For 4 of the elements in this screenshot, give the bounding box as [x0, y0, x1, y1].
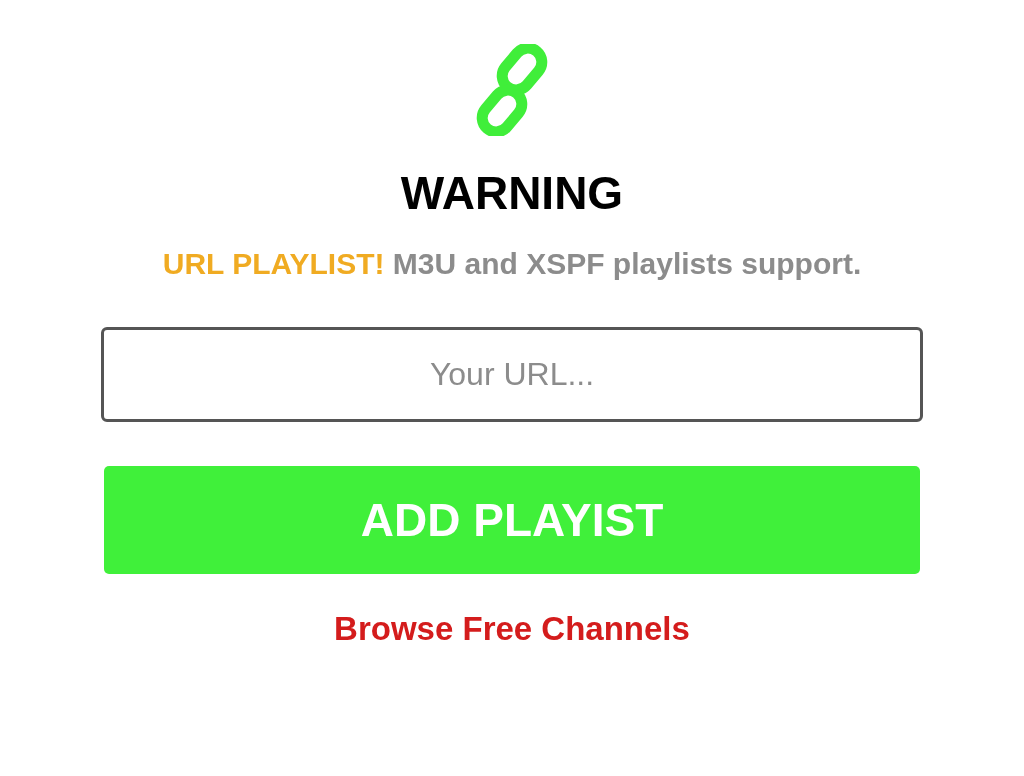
url-input-field[interactable]: Your URL...	[101, 327, 923, 423]
browse-channels-link[interactable]: Browse Free Channels	[334, 610, 690, 649]
playlist-message: URL PLAYLIST! M3U and XSPF playlists support.	[161, 246, 863, 282]
warning-title: WARNING	[400, 168, 624, 219]
